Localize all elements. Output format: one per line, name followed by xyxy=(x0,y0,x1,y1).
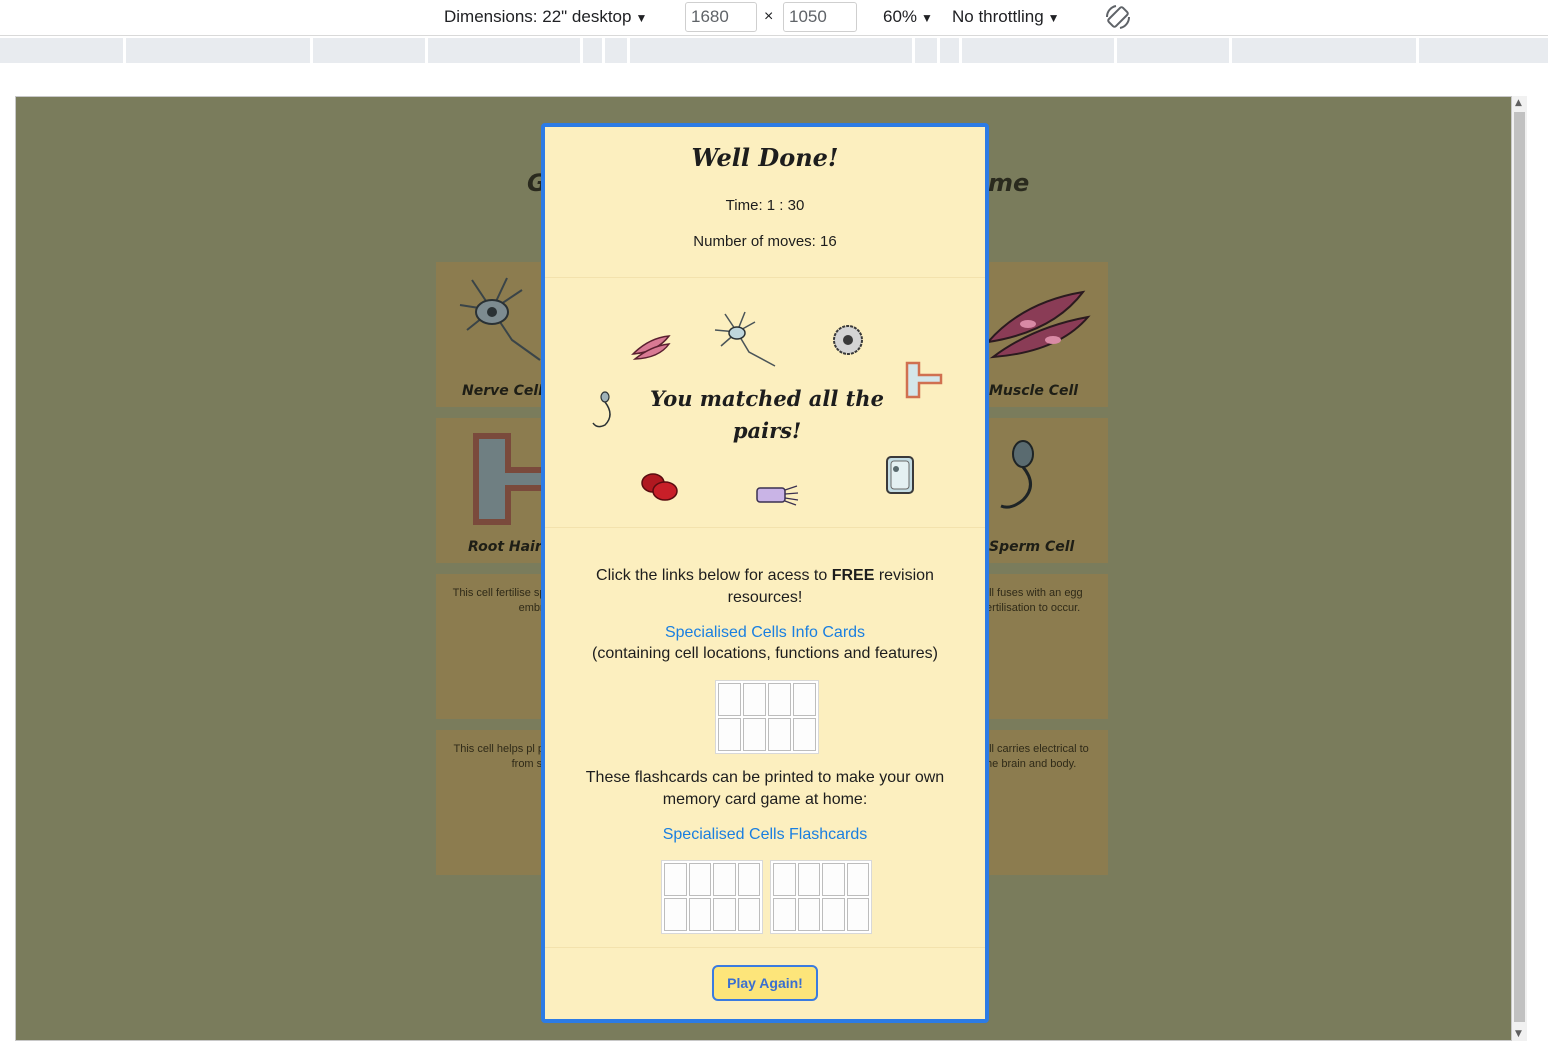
chevron-down-icon: ▼ xyxy=(1047,11,1060,25)
media-query-segment[interactable] xyxy=(915,38,940,63)
info-cards-preview[interactable] xyxy=(715,680,819,754)
zoom-dropdown[interactable]: 60% ▼ xyxy=(883,0,933,34)
card-label: Sperm Cell xyxy=(989,539,1075,555)
time-text: Time: 1 : 30 xyxy=(725,197,805,214)
free-emphasis: FREE xyxy=(831,567,875,584)
info-cards-link-row: Specialised Cells Info Cards xyxy=(545,622,985,642)
intro-text-start: Click the links below for acess to xyxy=(596,567,832,584)
muscle-cell-icon xyxy=(985,290,1091,359)
flashcards-preview-1[interactable] xyxy=(661,860,763,934)
media-query-segment[interactable] xyxy=(428,38,583,63)
card-description-text: ell carries electrical to the brain and … xyxy=(983,743,1089,770)
media-query-segment[interactable] xyxy=(940,38,962,63)
height-input[interactable]: 1050 xyxy=(783,2,857,32)
thumbnail-card xyxy=(793,718,816,751)
throttling-dropdown[interactable]: No throttling ▼ xyxy=(952,0,1060,34)
flashcards-text: These flashcards can be printed to make … xyxy=(585,769,945,808)
divider xyxy=(545,277,985,278)
page-title-right: me xyxy=(988,169,1030,197)
zoom-label: 60% xyxy=(883,7,918,26)
thumbnail-card xyxy=(768,718,791,751)
thumbnail-card xyxy=(743,683,766,716)
congratulations-modal: Well Done! Time: 1 : 30 Number of moves:… xyxy=(541,123,989,1023)
page-viewport: G me Nerve Cell Root Hair This cell fert… xyxy=(15,96,1512,1041)
times-sign: × xyxy=(764,8,774,25)
thumbnail-card xyxy=(822,863,845,896)
thumbnail-card xyxy=(793,683,816,716)
thumbnail-card xyxy=(737,898,760,931)
page-scrollbar[interactable]: ▲ ▼ xyxy=(1512,96,1527,1041)
egg-cell-icon xyxy=(833,325,863,355)
card-label: Muscle Cell xyxy=(989,383,1079,399)
thumbnail-card xyxy=(773,863,796,896)
flashcards-preview-2[interactable] xyxy=(770,860,872,934)
muscle-cell-icon xyxy=(631,335,671,360)
scroll-up-icon[interactable]: ▲ xyxy=(1515,98,1522,108)
thumbnail-card xyxy=(664,898,687,931)
dimensions-dropdown[interactable]: Dimensions: 22" desktop ▼ xyxy=(444,0,647,34)
root-hair-cell-icon xyxy=(905,361,943,399)
media-query-segment[interactable] xyxy=(630,38,915,63)
thumbnail-card xyxy=(743,718,766,751)
thumbnail-card xyxy=(718,683,741,716)
sperm-cell-icon xyxy=(592,391,611,428)
scrollbar-thumb[interactable] xyxy=(1514,112,1525,1022)
chevron-down-icon: ▼ xyxy=(635,11,648,25)
media-query-segment[interactable] xyxy=(0,38,126,63)
divider xyxy=(545,947,985,948)
thumbnail-card xyxy=(768,683,791,716)
card-label: Root Hair xyxy=(468,539,542,555)
root-hair-cell-icon xyxy=(473,433,546,525)
thumbnail-card xyxy=(822,898,845,931)
flashcards-link[interactable]: Specialised Cells Flashcards xyxy=(663,826,868,843)
media-query-segment[interactable] xyxy=(583,38,605,63)
thumbnail-card xyxy=(688,898,711,931)
media-query-segment[interactable] xyxy=(962,38,1117,63)
thumbnail-card xyxy=(737,863,760,896)
thumbnail-card xyxy=(773,898,796,931)
thumbnail-card xyxy=(718,718,741,751)
thumbnail-card xyxy=(713,863,736,896)
modal-title: Well Done! xyxy=(691,143,839,172)
media-query-segment[interactable] xyxy=(126,38,313,63)
red-blood-cell-icon xyxy=(641,473,678,501)
divider xyxy=(545,527,985,528)
flashcards-link-row: Specialised Cells Flashcards xyxy=(545,824,985,844)
thumbnail-card xyxy=(846,898,869,931)
card-label: Nerve Cell xyxy=(462,383,543,399)
nerve-cell-icon xyxy=(714,311,776,367)
ciliated-cell-icon xyxy=(756,485,799,506)
thumbnail-card xyxy=(688,863,711,896)
plant-cell-icon xyxy=(886,456,914,494)
matched-message: You matched all the pairs! xyxy=(650,386,884,443)
moves-text: Number of moves: 16 xyxy=(693,233,837,250)
thumbnail-card xyxy=(797,863,820,896)
device-toolbar: Dimensions: 22" desktop ▼ 1680 × 1050 60%… xyxy=(0,0,1548,36)
intro-text: Click the links below for acess to FREE … xyxy=(545,565,985,609)
media-query-segment[interactable] xyxy=(313,38,428,63)
thumbnail-card xyxy=(797,898,820,931)
chevron-down-icon: ▼ xyxy=(921,11,933,25)
throttling-label: No throttling xyxy=(952,7,1044,26)
media-query-bar xyxy=(0,38,1548,63)
thumbnail-card xyxy=(846,863,869,896)
media-query-segment[interactable] xyxy=(1117,38,1232,63)
dimensions-label: Dimensions: 22" desktop xyxy=(444,7,632,26)
sperm-cell-icon xyxy=(1000,440,1034,509)
width-input[interactable]: 1680 xyxy=(685,2,757,32)
play-again-button[interactable]: Play Again! xyxy=(712,965,818,1001)
media-query-segment[interactable] xyxy=(1419,38,1548,63)
nerve-cell-icon xyxy=(459,277,541,361)
rotate-icon[interactable] xyxy=(1104,4,1132,30)
thumbnail-card xyxy=(664,863,687,896)
thumbnail-card xyxy=(713,898,736,931)
media-query-segment[interactable] xyxy=(605,38,630,63)
info-cards-note: (containing cell locations, functions an… xyxy=(592,645,938,662)
card-description-text: ell fuses with an egg fertilisation to o… xyxy=(983,587,1083,614)
scroll-down-icon[interactable]: ▼ xyxy=(1515,1029,1522,1039)
info-cards-link[interactable]: Specialised Cells Info Cards xyxy=(665,624,865,641)
media-query-segment[interactable] xyxy=(1232,38,1419,63)
